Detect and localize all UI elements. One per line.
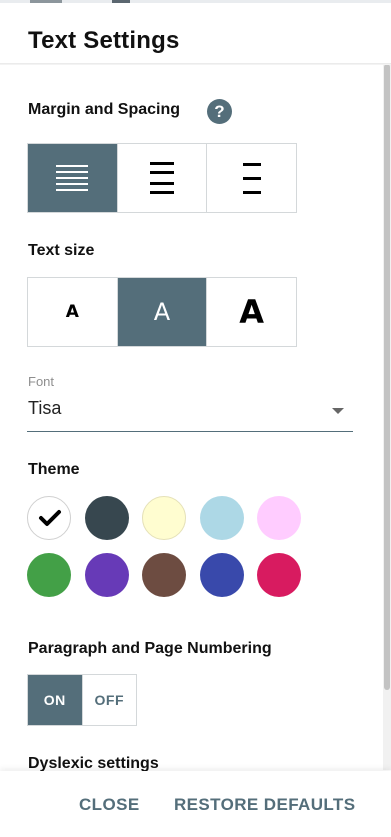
theme-swatch-crimson[interactable] <box>257 553 301 597</box>
theme-swatch-green[interactable] <box>27 553 71 597</box>
text-size-section-label: Text size <box>28 242 95 259</box>
theme-swatch-dark-slate[interactable] <box>85 496 129 540</box>
theme-swatch-pink[interactable] <box>257 496 301 540</box>
panel-footer: CLOSE RESTORE DEFAULTS <box>0 771 391 837</box>
scrollbar[interactable] <box>383 64 391 770</box>
theme-swatch-purple[interactable] <box>85 553 129 597</box>
theme-swatch-brown[interactable] <box>142 553 186 597</box>
strip-mark <box>112 0 130 3</box>
strip-mark <box>30 0 62 3</box>
restore-defaults-button[interactable]: RESTORE DEFAULTS <box>174 795 355 815</box>
settings-content[interactable]: Margin and Spacing ? Text size A A A Fon… <box>0 65 382 771</box>
theme-swatch-cream[interactable] <box>142 496 186 540</box>
margin-option-narrow[interactable] <box>206 144 297 212</box>
text-size-medium-label: A <box>153 298 171 326</box>
text-size-selector: A A A <box>27 277 297 347</box>
theme-swatch-indigo[interactable] <box>200 553 244 597</box>
scrollbar-thumb[interactable] <box>384 64 390 690</box>
text-size-medium[interactable]: A <box>116 278 207 346</box>
numbering-on-button[interactable]: ON <box>28 675 82 725</box>
medium-margin-icon <box>150 160 174 196</box>
numbering-off-button[interactable]: OFF <box>81 675 136 725</box>
font-value: Tisa <box>28 398 62 418</box>
narrow-margin-icon <box>242 161 261 196</box>
theme-swatch-white[interactable] <box>27 496 71 540</box>
text-size-large[interactable]: A <box>206 278 297 346</box>
header-divider <box>0 63 391 65</box>
margin-option-medium[interactable] <box>116 144 207 212</box>
theme-swatch-light-blue[interactable] <box>200 496 244 540</box>
numbering-section-label: Paragraph and Page Numbering <box>28 640 272 657</box>
close-button[interactable]: CLOSE <box>79 795 140 815</box>
margin-section-label: Margin and Spacing <box>28 101 181 118</box>
theme-section-label: Theme <box>28 461 80 478</box>
text-size-small-label: A <box>65 302 79 322</box>
top-strip <box>0 0 391 3</box>
help-icon[interactable]: ? <box>207 99 232 124</box>
numbering-toggle: ON OFF <box>27 674 137 726</box>
font-caption: Font <box>28 374 55 389</box>
margin-option-wide[interactable] <box>28 144 117 212</box>
text-size-small[interactable]: A <box>28 278 117 346</box>
dyslexic-section-label: Dyslexic settings <box>28 755 159 771</box>
panel-title: Text Settings <box>28 27 180 54</box>
check-icon <box>39 510 61 526</box>
text-size-large-label: A <box>239 293 265 331</box>
chevron-down-icon <box>332 408 344 414</box>
margin-selector <box>27 143 297 213</box>
font-select[interactable]: Tisa <box>27 396 353 432</box>
panel-header: Text Settings <box>0 0 391 65</box>
wide-margin-icon <box>56 163 89 193</box>
